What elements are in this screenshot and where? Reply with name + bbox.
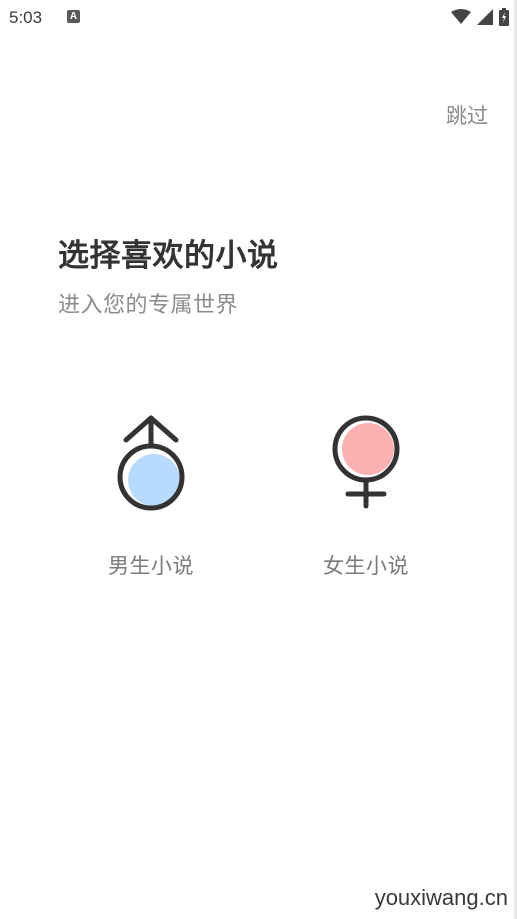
signal-icon — [477, 9, 493, 25]
watermark-text: youxiwang.cn — [374, 885, 508, 910]
male-novel-option[interactable]: 男生小说 — [76, 410, 226, 590]
female-symbol-icon — [332, 415, 400, 509]
status-icons — [451, 7, 509, 27]
page-title: 选择喜欢的小说 — [58, 238, 279, 274]
battery-icon — [499, 8, 509, 26]
wifi-icon — [451, 9, 471, 24]
female-novel-option[interactable]: 女生小说 — [291, 410, 441, 590]
male-symbol-icon — [117, 415, 185, 511]
status-time: 5:03 — [9, 8, 43, 27]
male-novel-label: 男生小说 — [108, 554, 194, 578]
female-novel-label: 女生小说 — [323, 554, 409, 578]
gender-select-screen: 5:03 A 跳过 选择喜欢的小说 进入您的专属世界 男生小说 女生小说 you… — [0, 0, 517, 919]
notification-a-icon: A — [67, 10, 80, 23]
page-subtitle: 进入您的专属世界 — [58, 293, 239, 318]
skip-button[interactable]: 跳过 — [446, 100, 488, 130]
status-bar: 5:03 A — [0, 0, 517, 36]
